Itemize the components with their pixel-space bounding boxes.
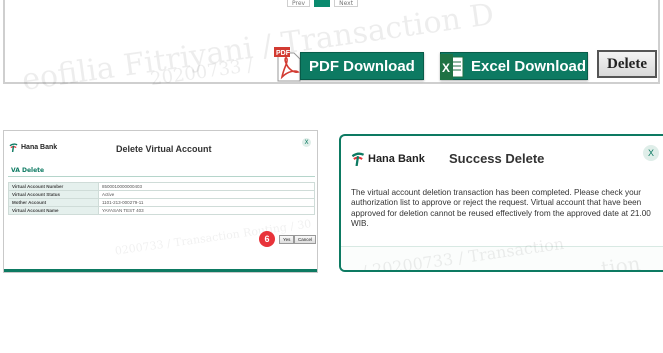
table-row: Virtual Account Name YAYASAN TEST 403 <box>8 206 315 215</box>
table-row: Mother Account 1101-213-000279-11 <box>8 198 315 207</box>
excel-icon: X <box>440 54 464 80</box>
dialog-title: Delete Virtual Account <box>116 144 212 154</box>
pdf-download-label: PDF Download <box>309 57 415 75</box>
row-label: Mother Account <box>8 198 99 207</box>
delete-virtual-account-dialog: Hana Bank Delete Virtual Account X VA De… <box>3 130 318 273</box>
delete-label: Delete <box>607 55 647 72</box>
hana-bank-logo: Hana Bank <box>9 143 57 152</box>
pagination: Prev Next <box>287 0 359 7</box>
transaction-list-panel: eofilia Fitriyani / Transaction D 202007… <box>0 0 663 90</box>
success-delete-dialog: Hana Bank Success Delete X The virtual a… <box>339 134 663 272</box>
hana-bank-logo-icon <box>9 143 18 152</box>
excel-download-label: Excel Download <box>471 57 587 75</box>
row-value: YAYASAN TEST 403 <box>98 206 315 215</box>
dialog-footer <box>341 246 663 270</box>
close-icon[interactable]: X <box>643 145 659 161</box>
dialog-title: Success Delete <box>449 151 545 166</box>
brand-name: Hana Bank <box>21 144 58 151</box>
cancel-button[interactable]: Cancel <box>294 235 317 244</box>
row-label: Virtual Account Number <box>8 182 99 191</box>
pager-current-page[interactable] <box>314 0 331 7</box>
svg-text:X: X <box>442 61 450 75</box>
va-details-table: Virtual Account Number 8500010000000403 … <box>8 182 315 215</box>
success-message: The virtual account deletion transaction… <box>351 188 651 228</box>
delete-button[interactable]: Delete <box>597 50 657 78</box>
step-marker: 6 <box>259 231 275 247</box>
close-icon[interactable]: X <box>302 138 311 147</box>
table-row: Virtual Account Number 8500010000000403 <box>8 182 315 191</box>
hana-bank-logo: Hana Bank <box>351 152 425 166</box>
row-value: 8500010000000403 <box>98 182 315 191</box>
pager-prev[interactable]: Prev <box>287 0 311 7</box>
section-header: VA Delete <box>8 165 315 177</box>
yes-button[interactable]: Yes <box>279 235 295 244</box>
svg-text:PDF: PDF <box>276 50 291 57</box>
row-label: Virtual Account Name <box>8 206 99 215</box>
row-label: Virtual Account Status <box>8 190 99 199</box>
hana-bank-logo-icon <box>351 152 365 166</box>
row-value: 1101-213-000279-11 <box>98 198 315 207</box>
pager-next[interactable]: Next <box>334 0 359 7</box>
row-value: Active <box>98 190 315 199</box>
pdf-download-button[interactable]: PDF Download <box>300 52 424 80</box>
brand-name: Hana Bank <box>368 153 425 165</box>
dialog-bottom-bar <box>4 269 317 272</box>
table-row: Virtual Account Status Active <box>8 190 315 199</box>
